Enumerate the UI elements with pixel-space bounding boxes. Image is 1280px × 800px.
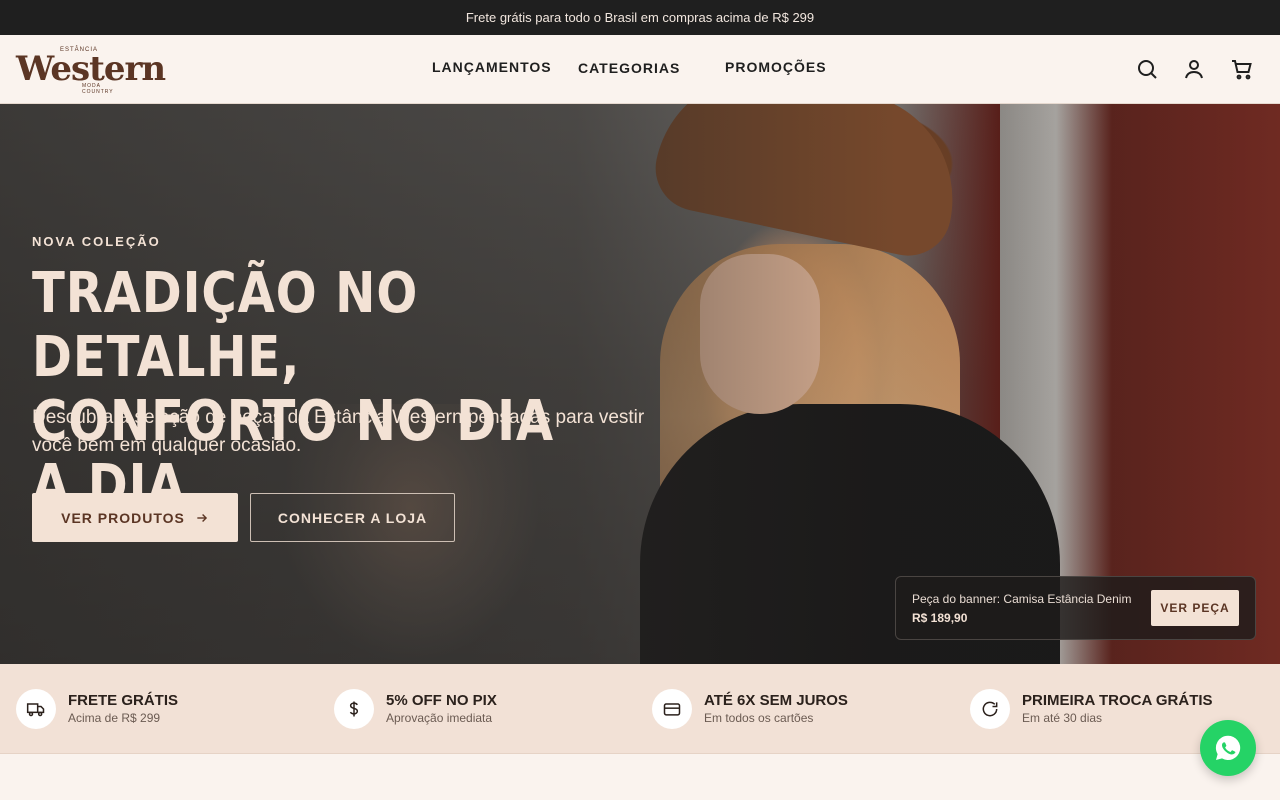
site-header: ESTÂNCIA Western MODA COUNTRY LANÇAMENTO… — [0, 35, 1280, 104]
user-icon[interactable] — [1182, 57, 1206, 81]
nav-promocoes[interactable]: PROMOÇÕES — [725, 59, 827, 75]
logo-wordmark: Western — [16, 49, 166, 89]
about-store-button[interactable]: CONHECER A LOJA — [250, 493, 455, 542]
arrow-right-icon — [197, 513, 207, 522]
benefit-title: FRETE GRÁTIS — [68, 692, 179, 709]
hero-title: TRADIÇÃO NO DETALHE, CONFORTO NO DIA A D… — [32, 262, 582, 518]
credit-card-icon — [652, 689, 692, 729]
view-products-label: VER PRODUTOS — [61, 509, 185, 526]
refresh-icon — [970, 689, 1010, 729]
hero-title-line-1: TRADIÇÃO NO DETALHE, — [32, 261, 419, 390]
benefit-title: ATÉ 6X SEM JUROS — [704, 692, 848, 709]
hero-banner: NOVA COLEÇÃO TRADIÇÃO NO DETALHE, CONFOR… — [0, 104, 1280, 664]
benefit-subtitle: Em até 30 dias — [1022, 711, 1103, 725]
announcement-bar: Frete grátis para todo o Brasil em compr… — [0, 0, 1280, 35]
benefit-installments: ATÉ 6X SEM JUROS Em todos os cartões — [652, 689, 952, 729]
nav-categorias[interactable]: CATEGORIAS — [578, 60, 680, 76]
whatsapp-button[interactable] — [1200, 720, 1256, 776]
benefit-subtitle: Em todos os cartões — [704, 711, 814, 725]
dollar-icon — [334, 689, 374, 729]
benefit-free-shipping: FRETE GRÁTIS Acima de R$ 299 — [16, 689, 316, 729]
view-products-button[interactable]: VER PRODUTOS — [32, 493, 238, 542]
whatsapp-icon — [1215, 735, 1241, 760]
announcement-text: Frete grátis para todo o Brasil em compr… — [465, 10, 815, 25]
banner-product-label: Peça do banner: Camisa Estância Denim — [912, 592, 1132, 606]
banner-product-price: R$ 189,90 — [912, 611, 968, 625]
logo-bottom-text: MODA COUNTRY — [82, 83, 114, 95]
about-store-label: CONHECER A LOJA — [277, 509, 428, 526]
brand-logo[interactable]: ESTÂNCIA Western MODA COUNTRY — [16, 45, 166, 95]
hero-subtitle: Descubra a seleção de peças da Estância … — [32, 407, 645, 456]
benefit-title: 5% OFF NO PIX — [386, 692, 497, 709]
hero-eyebrow: NOVA COLEÇÃO — [32, 234, 161, 249]
banner-product-card: Peça do banner: Camisa Estância Denim R$… — [895, 576, 1256, 640]
benefits-bar: FRETE GRÁTIS Acima de R$ 299 5% OFF NO P… — [0, 664, 1280, 754]
benefit-subtitle: Acima de R$ 299 — [68, 711, 161, 725]
cart-icon[interactable] — [1230, 57, 1254, 81]
benefit-title: PRIMEIRA TROCA GRÁTIS — [1022, 692, 1213, 709]
benefit-pix-discount: 5% OFF NO PIX Aprovação imediata — [334, 689, 634, 729]
view-piece-button[interactable]: VER PEÇA — [1151, 590, 1239, 626]
nav-lancamentos[interactable]: LANÇAMENTOS — [432, 59, 552, 75]
benefit-subtitle: Aprovação imediata — [386, 711, 493, 725]
truck-icon — [16, 689, 56, 729]
search-icon[interactable] — [1135, 57, 1159, 81]
